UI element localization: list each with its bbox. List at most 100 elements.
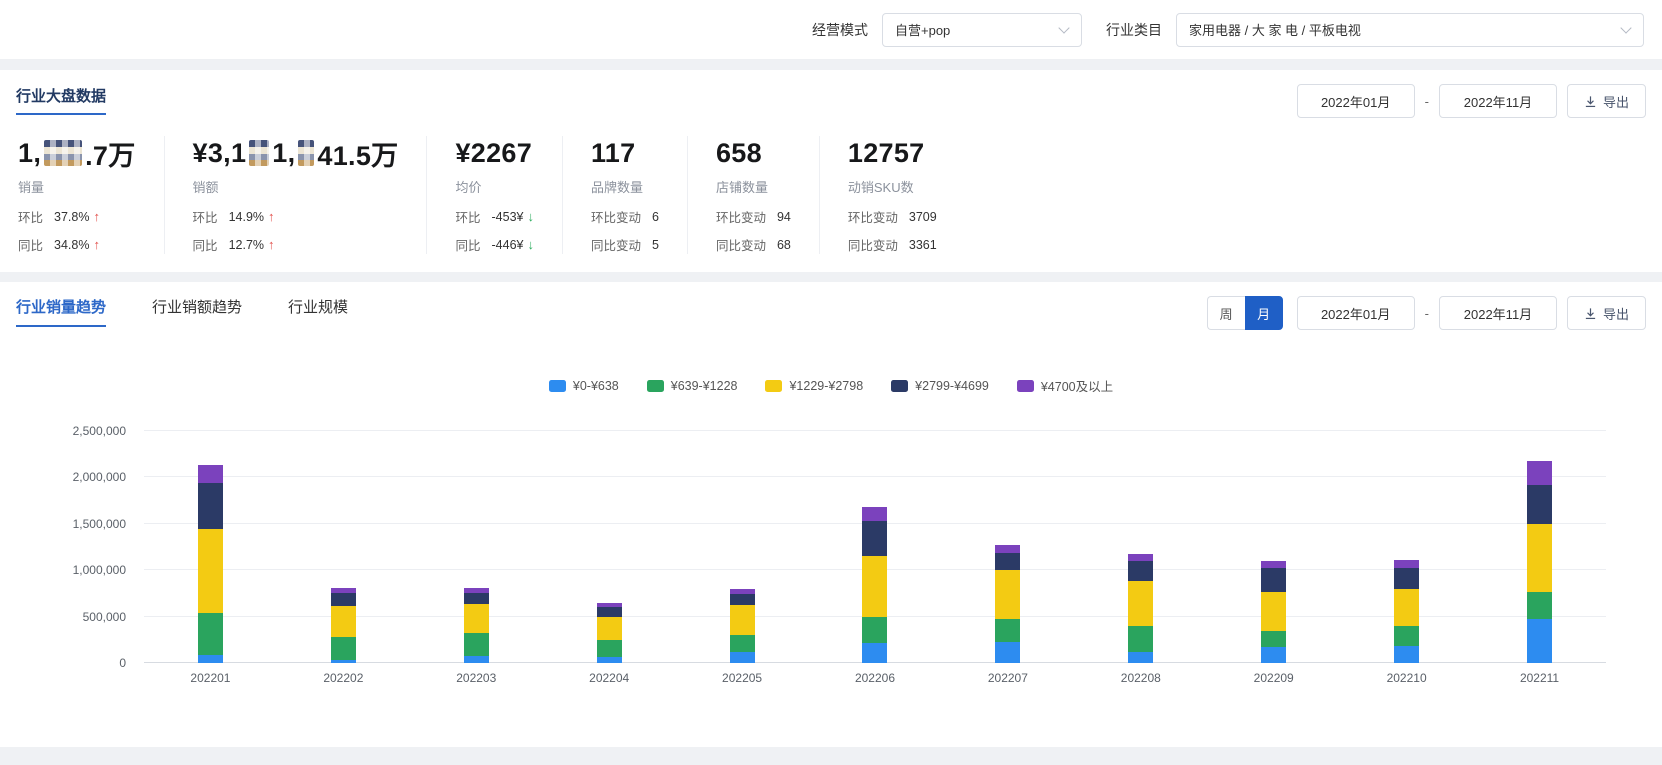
bar-segment[interactable]: [331, 606, 356, 637]
bar-segment[interactable]: [464, 604, 489, 634]
metric-value: 14.9%: [229, 210, 264, 224]
x-axis-label: 202206: [809, 671, 942, 685]
bar-segment[interactable]: [1128, 626, 1153, 652]
bar-segment[interactable]: [1527, 461, 1552, 485]
kpi-metric: 同比-446¥↓: [455, 235, 534, 254]
kpi-value: 1,.7万: [18, 136, 136, 170]
bar-segment[interactable]: [198, 613, 223, 655]
bar-segment[interactable]: [730, 605, 755, 636]
bar-segment[interactable]: [331, 593, 356, 607]
bar-segment[interactable]: [464, 593, 489, 604]
bar-segment[interactable]: [1261, 647, 1286, 663]
bar-segment[interactable]: [331, 660, 356, 663]
tab-industry-scale[interactable]: 行业规模: [288, 299, 348, 327]
overview-date-start[interactable]: 2022年01月: [1297, 84, 1415, 118]
bar-segment[interactable]: [1394, 589, 1419, 626]
bar-segment[interactable]: [198, 465, 223, 483]
metric-name: 环比: [455, 207, 480, 226]
bar-segment[interactable]: [331, 637, 356, 660]
period-week-button[interactable]: 周: [1207, 296, 1245, 330]
legend-item[interactable]: ¥0-¥638: [549, 376, 619, 395]
bar-segment[interactable]: [1394, 646, 1419, 663]
mode-select[interactable]: 自营+pop: [882, 13, 1082, 47]
overview-section: 行业大盘数据 2022年01月 - 2022年11月 导出 1,.7万销量环比3…: [0, 70, 1662, 272]
bar-segment[interactable]: [862, 617, 887, 643]
bar-segment[interactable]: [1527, 592, 1552, 620]
bar-group: 202206: [809, 431, 942, 663]
stacked-bar[interactable]: [464, 588, 489, 663]
legend-item[interactable]: ¥639-¥1228: [647, 376, 738, 395]
legend-item[interactable]: ¥2799-¥4699: [891, 376, 989, 395]
bar-segment[interactable]: [730, 652, 755, 663]
bar-segment[interactable]: [862, 521, 887, 556]
period-month-button[interactable]: 月: [1245, 296, 1283, 330]
bar-segment[interactable]: [862, 643, 887, 663]
bar-segment[interactable]: [1128, 554, 1153, 561]
bar-segment[interactable]: [198, 529, 223, 613]
trend-date-end[interactable]: 2022年11月: [1439, 296, 1557, 330]
x-axis-label: 202207: [941, 671, 1074, 685]
export-button-label: 导出: [1603, 304, 1629, 323]
bar-group: 202210: [1340, 431, 1473, 663]
kpi-label: 店铺数量: [716, 177, 791, 196]
tab-industry-sales-volume-trend[interactable]: 行业销量趋势: [16, 299, 106, 327]
bar-segment[interactable]: [1261, 631, 1286, 648]
bar-segment[interactable]: [995, 553, 1020, 571]
trend-export-button[interactable]: 导出: [1567, 296, 1646, 330]
bar-segment[interactable]: [1261, 568, 1286, 591]
bar-segment[interactable]: [862, 507, 887, 521]
tab-industry-sales-amount-trend[interactable]: 行业销额趋势: [152, 299, 242, 327]
bar-segment[interactable]: [995, 545, 1020, 552]
bar-segment[interactable]: [198, 483, 223, 529]
metric-value: -453¥: [492, 210, 524, 224]
stacked-bar[interactable]: [995, 545, 1020, 663]
legend-item[interactable]: ¥4700及以上: [1017, 376, 1113, 395]
x-axis-label: 202210: [1340, 671, 1473, 685]
bar-segment[interactable]: [995, 619, 1020, 642]
stacked-bar[interactable]: [1527, 461, 1552, 663]
redacted-pixels: [249, 140, 269, 166]
bar-segment[interactable]: [1394, 560, 1419, 567]
stacked-bar[interactable]: [1394, 560, 1419, 663]
bar-segment[interactable]: [198, 655, 223, 663]
legend-label: ¥4700及以上: [1041, 376, 1113, 395]
bar-segment[interactable]: [1261, 561, 1286, 568]
bar-segment[interactable]: [995, 570, 1020, 618]
bar-segment[interactable]: [1527, 619, 1552, 663]
bar-segment[interactable]: [730, 594, 755, 605]
stacked-bar[interactable]: [730, 589, 755, 663]
stacked-bar[interactable]: [198, 465, 223, 663]
stacked-bar[interactable]: [331, 588, 356, 663]
bar-segment[interactable]: [597, 617, 622, 640]
bar-group: 202211: [1473, 431, 1606, 663]
bar-segment[interactable]: [1527, 524, 1552, 592]
legend-label: ¥2799-¥4699: [915, 379, 989, 393]
metric-value: 5: [652, 238, 659, 252]
bar-segment[interactable]: [995, 642, 1020, 663]
bar-segment[interactable]: [1128, 652, 1153, 663]
bar-segment[interactable]: [730, 635, 755, 652]
bar-segment[interactable]: [597, 657, 622, 664]
overview-date-end[interactable]: 2022年11月: [1439, 84, 1557, 118]
bar-segment[interactable]: [1394, 626, 1419, 646]
bar-segment[interactable]: [1128, 581, 1153, 626]
bar-segment[interactable]: [464, 633, 489, 655]
stacked-bar[interactable]: [1261, 561, 1286, 663]
stacked-bar[interactable]: [597, 603, 622, 663]
overview-export-button[interactable]: 导出: [1567, 84, 1646, 118]
legend-item[interactable]: ¥1229-¥2798: [765, 376, 863, 395]
category-select[interactable]: 家用电器 / 大 家 电 / 平板电视: [1176, 13, 1644, 47]
bar-segment[interactable]: [1394, 568, 1419, 589]
bar-segment[interactable]: [862, 556, 887, 616]
x-axis-label: 202203: [410, 671, 543, 685]
period-toggle: 周 月: [1207, 296, 1283, 330]
stacked-bar[interactable]: [1128, 554, 1153, 663]
bar-segment[interactable]: [1128, 561, 1153, 581]
bar-segment[interactable]: [1261, 592, 1286, 631]
bar-segment[interactable]: [464, 656, 489, 663]
bar-segment[interactable]: [597, 607, 622, 616]
stacked-bar[interactable]: [862, 507, 887, 663]
bar-segment[interactable]: [1527, 485, 1552, 524]
trend-date-start[interactable]: 2022年01月: [1297, 296, 1415, 330]
bar-segment[interactable]: [597, 640, 622, 657]
